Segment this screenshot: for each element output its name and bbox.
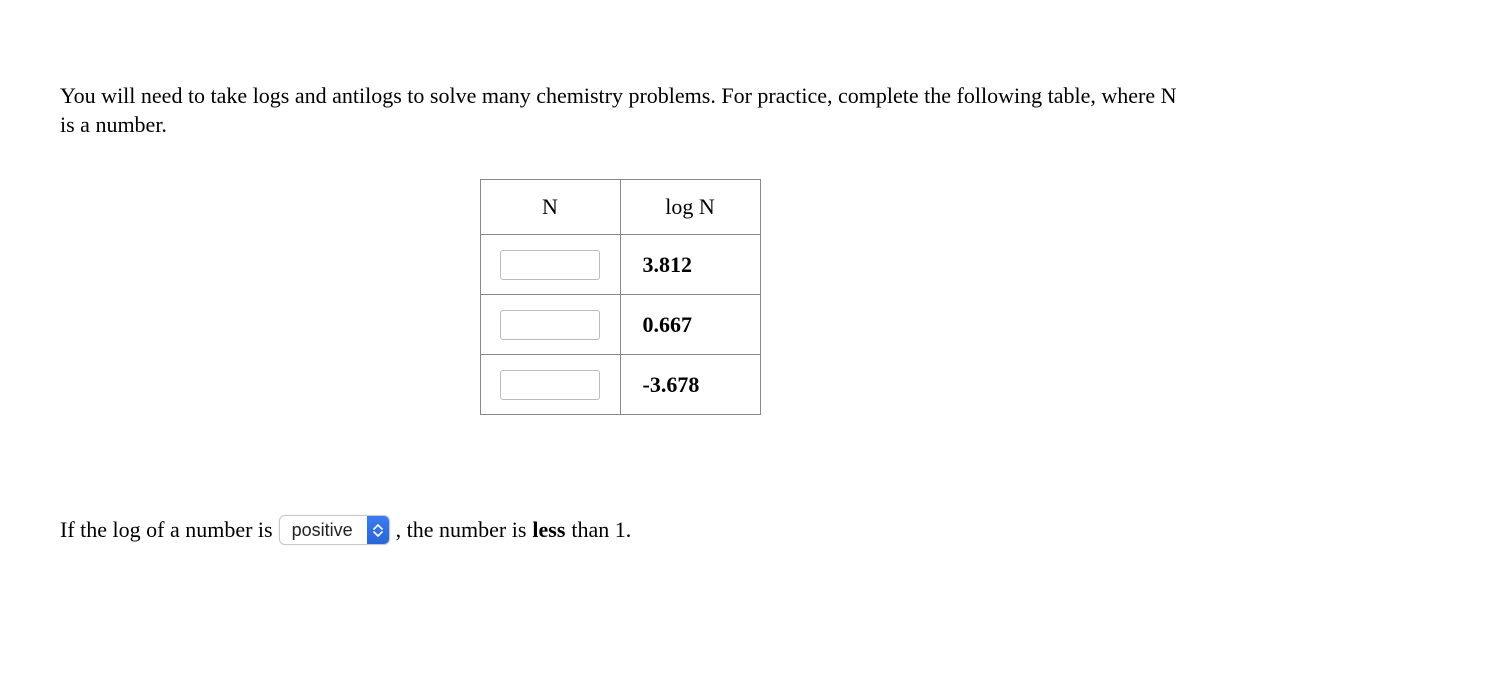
fill-sentence: If the log of a number is positive , the… (60, 515, 1434, 545)
n-cell (480, 295, 620, 355)
n-cell (480, 355, 620, 415)
sentence-part-1: If the log of a number is (60, 517, 273, 543)
sentence-part-3: than 1. (571, 517, 631, 543)
n-input-2[interactable] (500, 310, 600, 340)
table-row: 0.667 (480, 295, 760, 355)
header-logn: log N (620, 180, 760, 235)
log-table: N log N 3.812 0.667 -3.678 (480, 179, 761, 415)
header-n: N (480, 180, 620, 235)
chevron-down-icon (373, 531, 383, 537)
sign-select-value: positive (280, 516, 367, 544)
table-row: 3.812 (480, 235, 760, 295)
intro-text: You will need to take logs and antilogs … (60, 82, 1180, 139)
sign-select[interactable]: positive (279, 515, 390, 545)
table-container: N log N 3.812 0.667 -3.678 (60, 179, 1180, 415)
n-input-1[interactable] (500, 250, 600, 280)
sentence-part-2: , the number is (396, 517, 527, 543)
sentence-bold-word: less (532, 517, 565, 543)
logn-cell: 0.667 (620, 295, 760, 355)
n-cell (480, 235, 620, 295)
n-input-3[interactable] (500, 370, 600, 400)
table-header-row: N log N (480, 180, 760, 235)
table-row: -3.678 (480, 355, 760, 415)
logn-cell: 3.812 (620, 235, 760, 295)
logn-cell: -3.678 (620, 355, 760, 415)
stepper-icon (367, 516, 389, 544)
chevron-up-icon (373, 524, 383, 530)
